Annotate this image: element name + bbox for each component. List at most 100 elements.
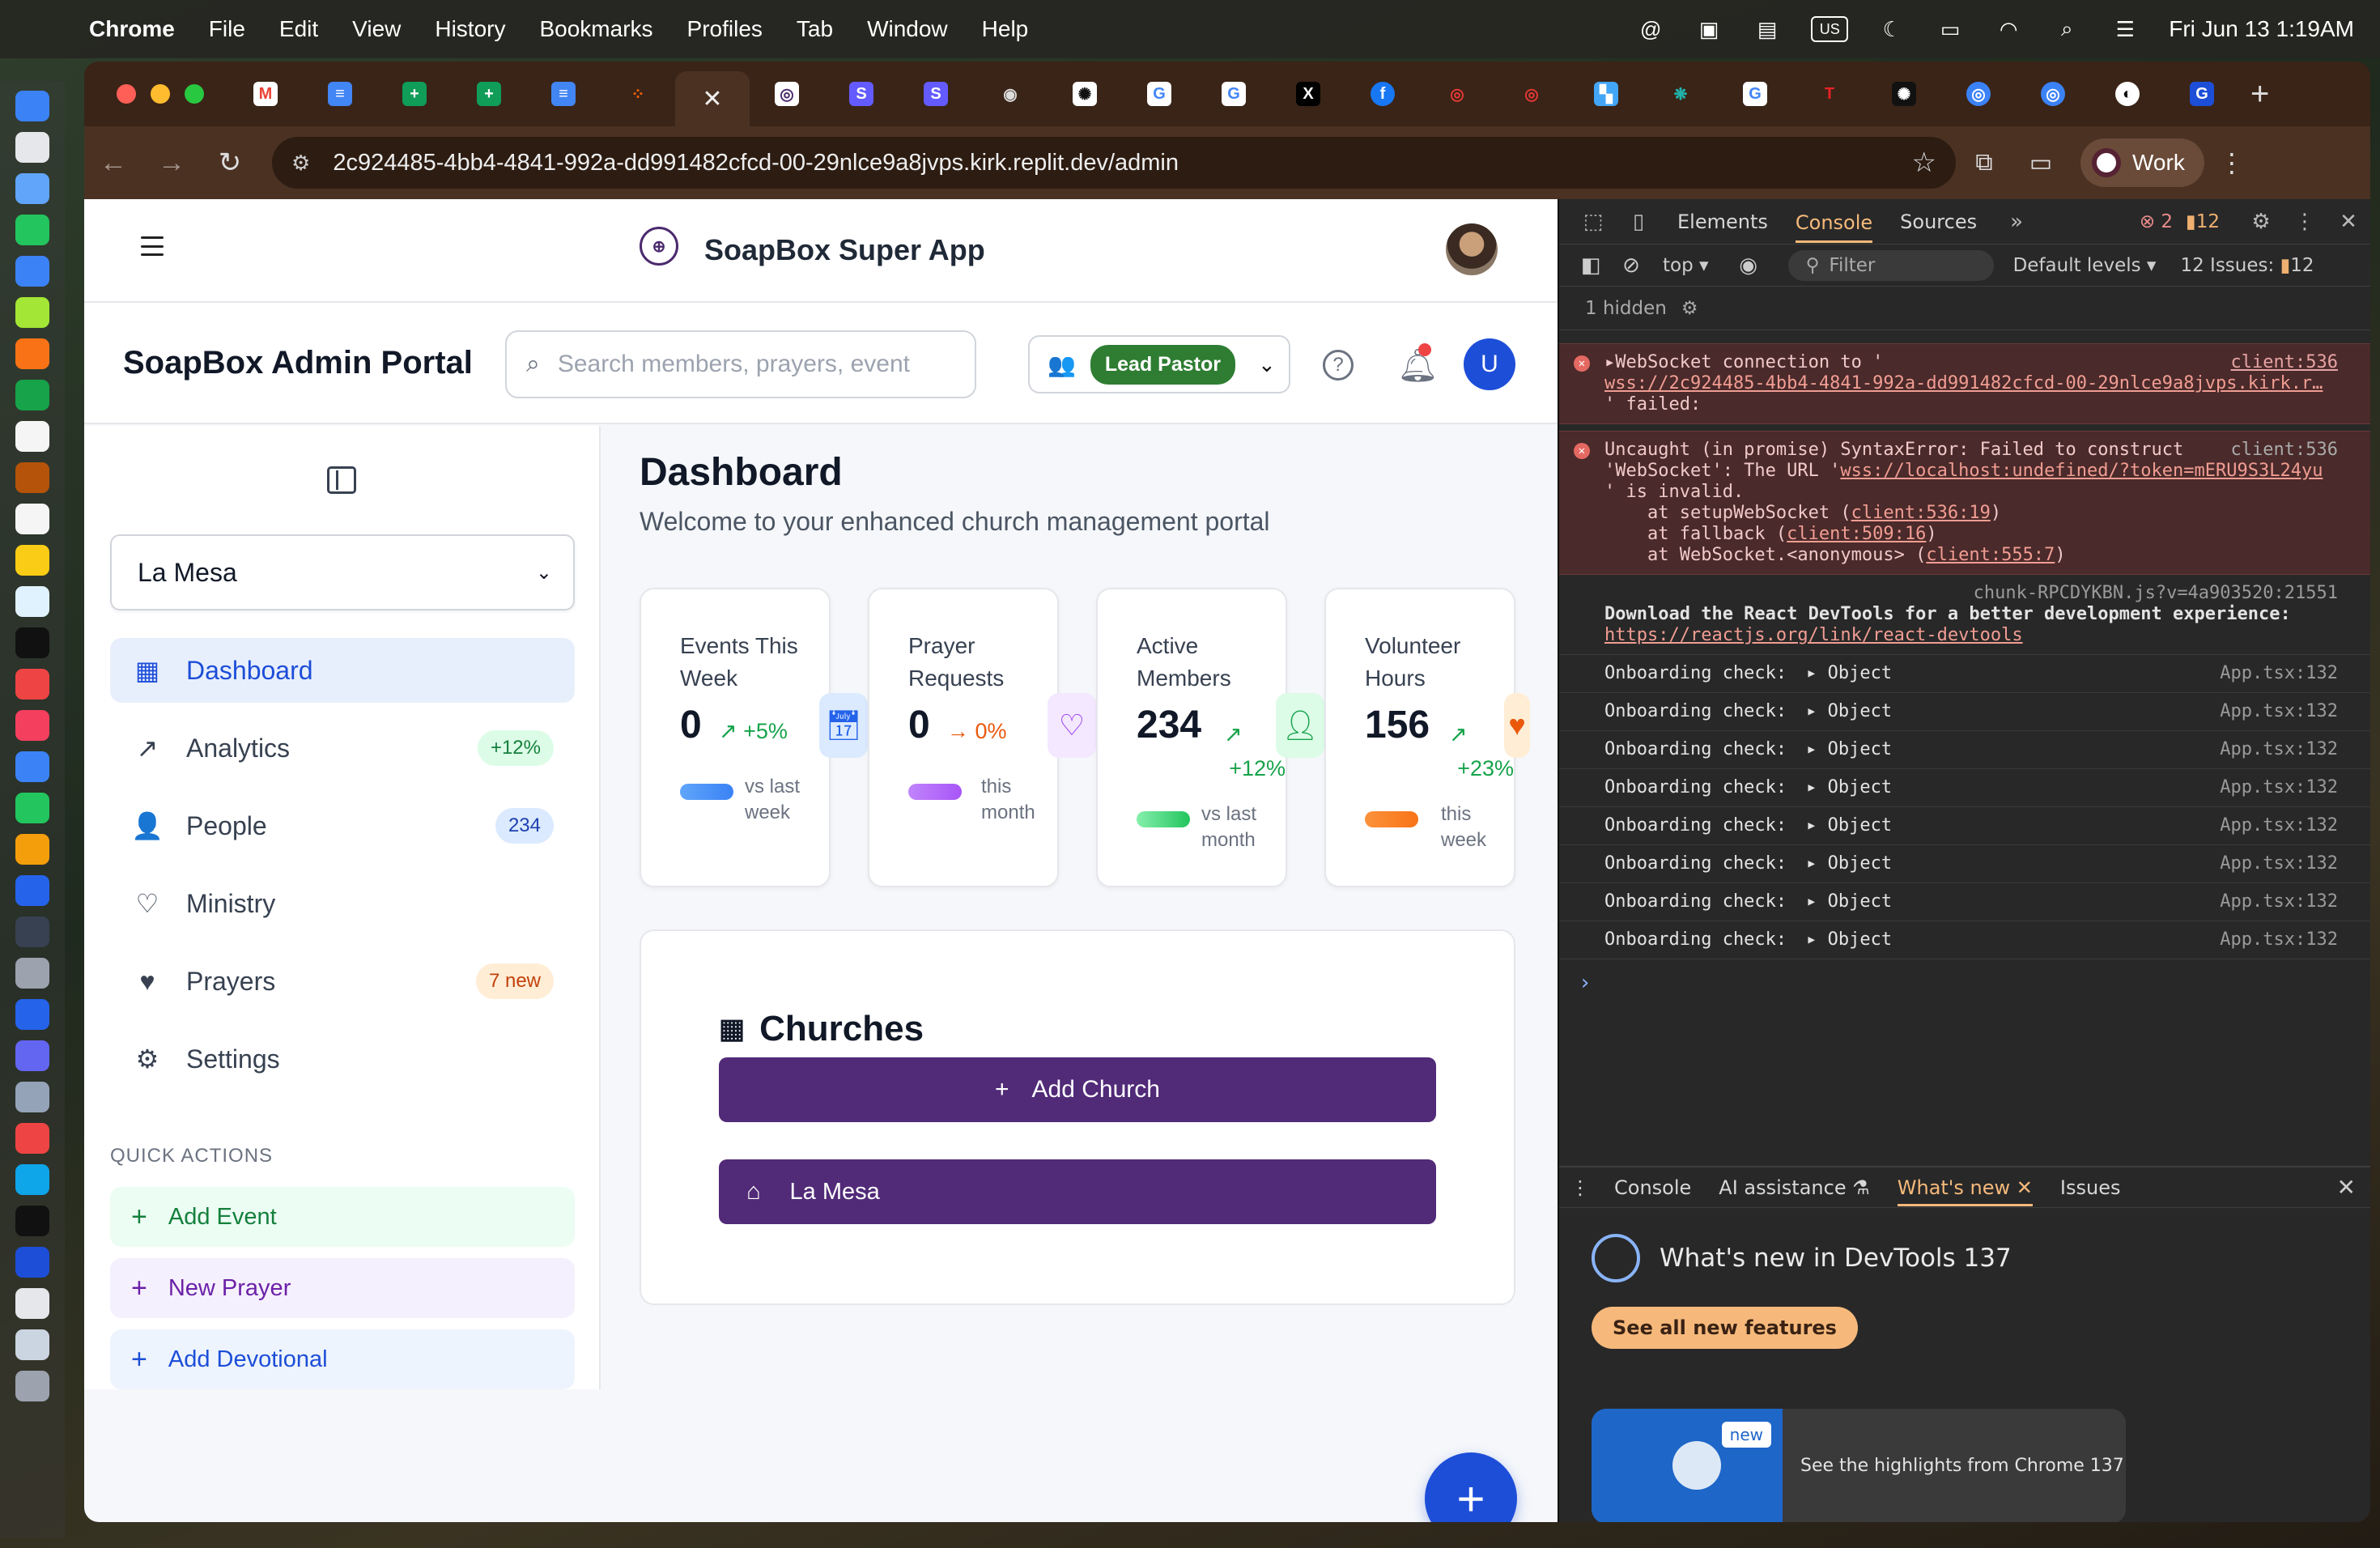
log-object[interactable]: Object xyxy=(1828,891,1892,912)
tab-active-close[interactable]: ✕ xyxy=(675,71,750,126)
console-filter-input[interactable]: ⚲ Filter xyxy=(1787,249,1994,281)
tab-g-blue[interactable]: G xyxy=(2165,70,2239,118)
menu-file[interactable]: File xyxy=(209,16,245,42)
outlook-status-icon[interactable]: ▣ xyxy=(1694,17,1723,41)
stat-card-prayers[interactable]: Prayer Requests 0 → 0% this month ♡ xyxy=(868,588,1096,887)
preview-icon[interactable] xyxy=(15,1082,49,1112)
tab-blue-2[interactable]: ◎ xyxy=(2016,70,2090,118)
tab-x[interactable]: X xyxy=(1271,70,1345,118)
outlook-icon[interactable] xyxy=(15,999,49,1030)
see-all-features-button[interactable]: See all new features xyxy=(1592,1307,1858,1349)
input-source-icon[interactable]: US xyxy=(1811,16,1849,42)
trash-icon[interactable] xyxy=(15,1371,49,1401)
sidebar-item-settings[interactable]: ⚙ Settings xyxy=(110,1027,575,1091)
sidebar-item-analytics[interactable]: ↗ Analytics +12% xyxy=(110,716,575,780)
log-object[interactable]: Object xyxy=(1828,777,1892,797)
message-source-link[interactable]: App.tsx:132 xyxy=(2220,739,2338,760)
back-arrow-icon[interactable]: ← xyxy=(84,147,142,179)
sidebar-collapse-icon[interactable] xyxy=(327,466,356,494)
tab-chrome[interactable]: ◉ xyxy=(973,70,1048,118)
expand-object-icon[interactable]: ▸ xyxy=(1806,739,1828,759)
tab-replit[interactable]: ⁘ xyxy=(601,70,675,118)
add-church-button[interactable]: + Add Church xyxy=(719,1057,1436,1122)
log-object[interactable]: Object xyxy=(1828,663,1892,683)
system-settings-icon[interactable] xyxy=(15,958,49,989)
document-icon[interactable] xyxy=(15,1288,49,1319)
chrome-icon[interactable] xyxy=(15,1123,49,1154)
expand-object-icon[interactable]: ▸ xyxy=(1806,701,1828,721)
expand-object-icon[interactable]: ▸ xyxy=(1806,777,1828,797)
clear-console-icon[interactable]: ⊘ xyxy=(1611,253,1651,278)
inspect-element-icon[interactable]: ⬚ xyxy=(1570,210,1616,234)
tab-github[interactable]: ◐ xyxy=(2090,70,2165,118)
freeform-icon[interactable] xyxy=(15,586,49,617)
numbers-icon[interactable] xyxy=(15,793,49,823)
photos-icon[interactable] xyxy=(15,338,49,369)
mail-icon[interactable] xyxy=(15,256,49,287)
close-tab-icon[interactable]: ✕ xyxy=(2017,1176,2033,1199)
menu-profiles[interactable]: Profiles xyxy=(687,16,763,42)
teams-icon[interactable] xyxy=(15,1040,49,1071)
downloads-icon[interactable] xyxy=(15,1329,49,1360)
terminal-icon[interactable] xyxy=(15,1206,49,1236)
stack-link[interactable]: client:555:7 xyxy=(1926,545,2055,565)
menu-view[interactable]: View xyxy=(352,16,401,42)
message-source-link[interactable]: App.tsx:132 xyxy=(2220,701,2338,722)
extensions-icon[interactable]: ⧉ xyxy=(1956,149,2012,176)
menu-app-name[interactable]: Chrome xyxy=(89,16,175,42)
tab-red-1[interactable]: ◎ xyxy=(1420,70,1494,118)
launchpad-icon[interactable] xyxy=(15,132,49,163)
tab-red-2[interactable]: ◎ xyxy=(1494,70,1569,118)
warning-count-badge[interactable]: ▮12 xyxy=(2186,211,2220,232)
live-expression-eye-icon[interactable]: ◉ xyxy=(1728,253,1769,278)
tab-soapbox[interactable]: ◎ xyxy=(750,70,824,118)
tab-gmail[interactable]: M xyxy=(228,70,303,118)
tab-sheets-1[interactable]: + xyxy=(377,70,452,118)
tab-sources[interactable]: Sources xyxy=(1900,211,1977,233)
message-source-link[interactable]: App.tsx:132 xyxy=(2220,815,2338,836)
facetime-icon[interactable] xyxy=(15,380,49,410)
teams-status-icon[interactable]: ▤ xyxy=(1753,17,1782,41)
tab-stripe-2[interactable]: S xyxy=(899,70,973,118)
chatgpt-icon[interactable] xyxy=(15,916,49,947)
chrome-menu-icon[interactable]: ⋮ xyxy=(2219,147,2245,178)
log-object[interactable]: Object xyxy=(1828,701,1892,721)
tab-google-2[interactable]: G xyxy=(1196,70,1271,118)
tab-openai[interactable]: ✺ xyxy=(1048,70,1122,118)
menu-edit[interactable]: Edit xyxy=(279,16,318,42)
menubar-clock[interactable]: Fri Jun 13 1:19AM xyxy=(2169,16,2354,42)
music-icon[interactable] xyxy=(15,669,49,700)
more-tabs-icon[interactable]: » xyxy=(2004,210,2029,234)
devtools-close-icon[interactable]: ✕ xyxy=(2327,210,2370,234)
error-count-badge[interactable]: ⊗ 2 xyxy=(2140,211,2173,232)
highlights-video-card[interactable]: new See the highlights from Chrome 137 xyxy=(1592,1409,2126,1522)
drawer-close-icon[interactable]: ✕ xyxy=(2337,1174,2356,1201)
floating-add-button[interactable]: + xyxy=(1425,1452,1517,1522)
messages-icon[interactable] xyxy=(15,215,49,245)
drawer-tab-issues[interactable]: Issues xyxy=(2060,1176,2121,1199)
drawer-tab-ai-assistance[interactable]: AI assistance ⚗ xyxy=(1719,1176,1869,1199)
message-source-link[interactable]: client:536 xyxy=(2231,352,2338,373)
close-window-button[interactable] xyxy=(117,84,136,104)
message-source-link[interactable]: App.tsx:132 xyxy=(2220,777,2338,798)
devtools-settings-icon[interactable]: ⚙ xyxy=(2239,210,2283,234)
sidebar-item-dashboard[interactable]: ▦ Dashboard xyxy=(110,638,575,703)
zoom-window-button[interactable] xyxy=(185,84,204,104)
notes-icon[interactable] xyxy=(15,545,49,576)
contacts-icon[interactable] xyxy=(15,462,49,493)
drawer-tab-console[interactable]: Console xyxy=(1614,1176,1691,1199)
log-object[interactable]: Object xyxy=(1828,815,1892,836)
context-select[interactable]: top ▾ xyxy=(1663,255,1709,276)
control-center-icon[interactable]: ☰ xyxy=(2110,17,2140,41)
console-prompt[interactable]: › xyxy=(1559,959,2370,1006)
tab-search-icon[interactable]: ▭ xyxy=(2012,149,2069,177)
stack-link[interactable]: client:509:16 xyxy=(1787,524,1926,544)
safari-icon[interactable] xyxy=(15,173,49,204)
expand-object-icon[interactable]: ▸ xyxy=(1806,663,1828,683)
device-toolbar-icon[interactable]: ▯ xyxy=(1616,210,1661,234)
pages-icon[interactable] xyxy=(15,834,49,865)
message-source-link[interactable]: App.tsx:132 xyxy=(2220,891,2338,912)
menu-window[interactable]: Window xyxy=(867,16,948,42)
tab-blocks[interactable]: ▚ xyxy=(1569,70,1643,118)
error-url-link[interactable]: wss://2c924485-4bb4-4841-992a-dd991482cf… xyxy=(1604,373,2351,394)
